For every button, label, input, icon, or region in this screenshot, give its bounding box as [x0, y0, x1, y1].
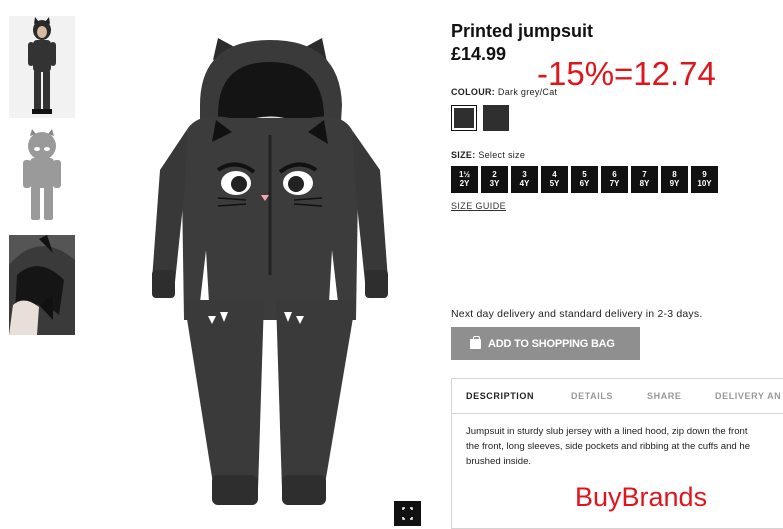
colour-swatch-selected[interactable]: [451, 105, 477, 131]
thumbnail-hood-image: [9, 235, 75, 335]
tab-share[interactable]: SHARE: [647, 391, 682, 401]
shopping-bag-icon: [470, 335, 481, 349]
fullscreen-button[interactable]: [394, 501, 421, 526]
tab-details[interactable]: DETAILS: [571, 391, 613, 401]
expand-icon: [402, 507, 413, 520]
size-value: Select size: [478, 150, 526, 160]
size-option[interactable]: 4 5Y: [541, 166, 568, 193]
product-price: £14.99: [451, 44, 507, 64]
description-line: Jumpsuit in sturdy slub jersey with a li…: [466, 426, 748, 437]
add-to-bag-label: ADD TO SHOPPING BAG: [488, 337, 615, 350]
delivery-info: Next day delivery and standard delivery …: [451, 308, 703, 320]
thumbnail-hood-detail[interactable]: [9, 235, 75, 335]
size-option[interactable]: 8 9Y: [661, 166, 688, 193]
size-row: SIZE: Select size: [451, 150, 525, 160]
description-line: brushed inside.: [466, 456, 532, 467]
tab-delivery[interactable]: DELIVERY AN: [715, 391, 781, 401]
size-option[interactable]: 5 6Y: [571, 166, 598, 193]
thumbnail-grey-image: [9, 128, 75, 223]
colour-row: COLOUR: Dark grey/Cat: [451, 87, 557, 97]
jumpsuit-illustration: [152, 38, 388, 505]
product-title: Printed jumpsuit: [451, 21, 594, 41]
size-options: 1½ 2Y 2 3Y 3 4Y 4 5Y 5 6Y 6 7Y 7 8Y 8 9Y…: [451, 166, 718, 193]
size-label: SIZE:: [451, 150, 476, 160]
product-main-image: [100, 20, 430, 520]
size-option[interactable]: 9 10Y: [691, 166, 718, 193]
description-line: the front, long sleeves, side pockets an…: [466, 441, 751, 452]
size-option[interactable]: 6 7Y: [601, 166, 628, 193]
size-option[interactable]: 3 4Y: [511, 166, 538, 193]
colour-value: Dark grey/Cat: [497, 87, 558, 97]
thumbnail-model[interactable]: [9, 16, 75, 118]
tab-description[interactable]: DESCRIPTION: [466, 391, 534, 401]
thumbnail-model-image: [9, 16, 75, 118]
size-option[interactable]: 1½ 2Y: [451, 166, 478, 193]
size-guide-link[interactable]: SIZE GUIDE: [451, 201, 506, 211]
thumbnail-grey[interactable]: [9, 128, 75, 223]
colour-label: COLOUR:: [451, 87, 496, 97]
add-to-bag-button[interactable]: ADD TO SHOPPING BAG: [451, 327, 640, 360]
size-option[interactable]: 7 8Y: [631, 166, 658, 193]
size-option[interactable]: 2 3Y: [481, 166, 508, 193]
promo-price-annotation: -15%=12.74: [537, 55, 716, 92]
tab-bar: DESCRIPTION DETAILS SHARE DELIVERY AN: [452, 379, 783, 414]
colour-swatch[interactable]: [483, 105, 509, 131]
watermark: BuyBrands: [575, 482, 708, 512]
description-text: Jumpsuit in sturdy slub jersey with a li…: [466, 424, 783, 469]
